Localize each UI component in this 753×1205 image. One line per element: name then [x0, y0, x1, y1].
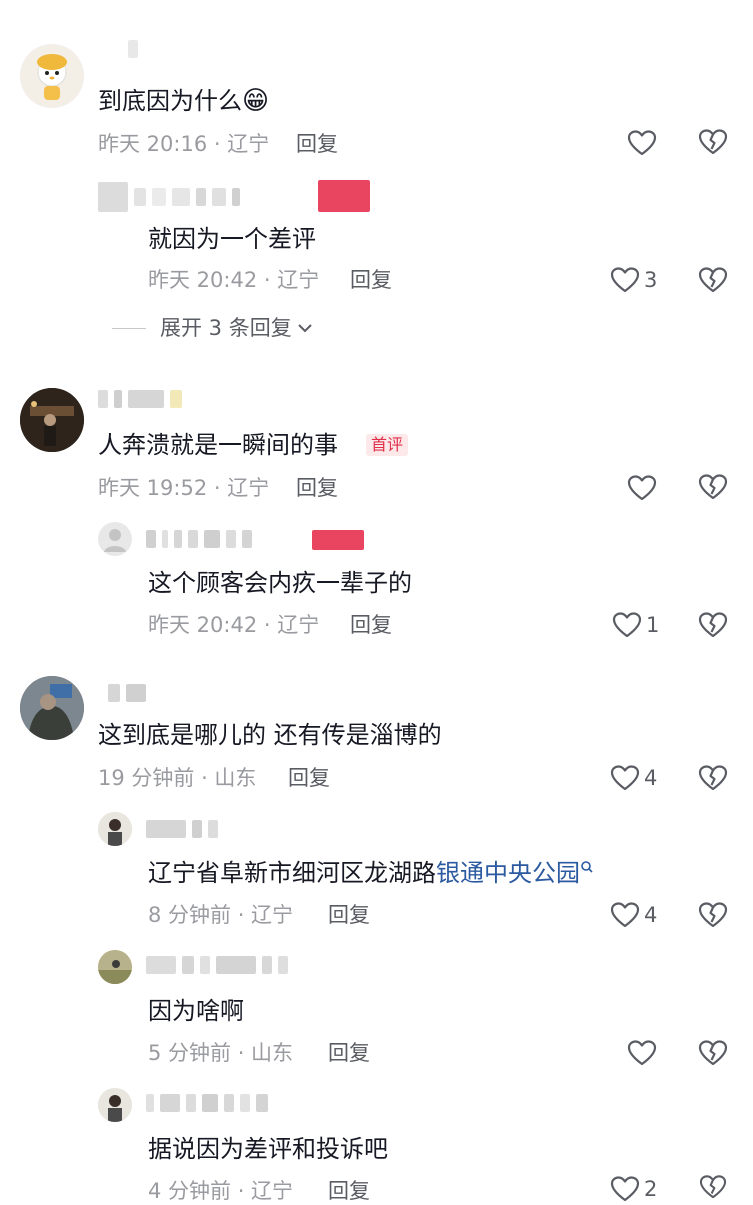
dislike-button[interactable] [698, 764, 728, 796]
dislike-button[interactable] [698, 1039, 728, 1071]
like-button[interactable] [627, 1038, 657, 1068]
comment-time-location: 昨天 20:16 · 辽宁 [98, 132, 270, 156]
avatar[interactable] [98, 522, 132, 556]
username-blurred[interactable] [98, 390, 188, 408]
heart-outline-icon [610, 267, 640, 293]
comment-text: 到底因为什么😁 [98, 86, 270, 116]
heart-outline-icon [627, 475, 657, 501]
reply-button[interactable]: 回复 [350, 266, 392, 294]
broken-heart-icon [698, 267, 728, 293]
reply-time-location: 昨天 20:42 · 辽宁 [148, 613, 320, 637]
reply-text: 这个顾客会内疚一辈子的 [148, 569, 412, 597]
avatar[interactable] [20, 44, 84, 108]
heart-outline-icon [610, 765, 640, 791]
broken-heart-icon [698, 129, 728, 155]
reply-button[interactable]: 回复 [328, 1177, 370, 1205]
comment-text: 这到底是哪儿的 还有传是淄博的 [98, 721, 442, 749]
dislike-button[interactable] [698, 901, 728, 933]
like-button[interactable]: 4 [610, 900, 657, 930]
reply-button[interactable]: 回复 [288, 764, 330, 792]
search-icon[interactable] [580, 860, 594, 874]
like-count: 1 [646, 613, 660, 637]
chevron-down-icon [298, 324, 312, 333]
reply-button[interactable]: 回复 [296, 130, 338, 158]
expand-replies-button[interactable]: 展开 3 条回复 [112, 314, 314, 342]
dislike-button[interactable] [698, 473, 728, 505]
author-badge [312, 530, 364, 550]
expand-replies-label: 展开 3 条回复 [160, 316, 292, 340]
username-blurred[interactable] [128, 40, 144, 58]
reply-text: 辽宁省阜新市细河区龙湖路银通中央公园 [148, 856, 594, 890]
author-badge [318, 180, 370, 212]
avatar[interactable] [98, 950, 132, 984]
reply-text: 就因为一个差评 [148, 225, 316, 253]
dislike-button[interactable] [698, 611, 728, 643]
reply-time-location: 8 分钟前 · 辽宁 [148, 903, 294, 927]
avatar[interactable] [98, 1088, 132, 1122]
like-button[interactable]: 3 [610, 265, 657, 295]
comment-time-location: 19 分钟前 · 山东 [98, 766, 257, 790]
broken-heart-icon [698, 474, 728, 500]
username-blurred[interactable] [146, 956, 294, 974]
reply-time-location: 昨天 20:42 · 辽宁 [148, 268, 320, 292]
like-button[interactable]: 4 [610, 763, 657, 793]
broken-heart-icon [698, 765, 728, 791]
divider [112, 327, 146, 329]
reply-time-location: 5 分钟前 · 山东 [148, 1041, 294, 1065]
reply-button[interactable]: 回复 [328, 1039, 370, 1067]
reply-button[interactable]: 回复 [328, 901, 370, 929]
heart-outline-icon [627, 1040, 657, 1066]
heart-outline-icon [610, 902, 640, 928]
username-blurred[interactable] [146, 530, 258, 548]
reply-button[interactable]: 回复 [296, 474, 338, 502]
broken-heart-icon [698, 902, 728, 928]
dislike-button[interactable] [698, 266, 728, 298]
like-count: 4 [644, 903, 658, 927]
reply-time-location: 4 分钟前 · 辽宁 [148, 1179, 294, 1203]
heart-outline-icon [612, 612, 642, 638]
like-count: 3 [644, 268, 658, 292]
broken-heart-icon [698, 1040, 728, 1066]
first-comment-tag: 首评 [366, 434, 409, 456]
username-blurred[interactable] [146, 1094, 274, 1112]
broken-heart-icon [698, 612, 728, 638]
broken-heart-icon [699, 1175, 727, 1199]
like-button[interactable]: 1 [612, 610, 659, 640]
like-button[interactable] [627, 128, 657, 158]
username-blurred[interactable] [108, 684, 152, 702]
heart-outline-icon [610, 1176, 640, 1202]
reply-text: 据说因为差评和投诉吧 [148, 1135, 388, 1163]
comment-time-location: 昨天 19:52 · 辽宁 [98, 476, 270, 500]
location-link[interactable]: 银通中央公园 [436, 859, 580, 887]
username-blurred[interactable] [98, 182, 246, 212]
avatar[interactable] [98, 812, 132, 846]
avatar[interactable] [20, 388, 84, 452]
dislike-button[interactable] [698, 128, 728, 160]
like-button[interactable] [627, 473, 657, 503]
grin-emoji-icon: 😁 [242, 86, 270, 116]
comment-text: 人奔溃就是一瞬间的事 [98, 431, 338, 459]
reply-button[interactable]: 回复 [350, 611, 392, 639]
heart-outline-icon [627, 130, 657, 156]
username-blurred[interactable] [146, 820, 224, 838]
reply-text: 因为啥啊 [148, 997, 244, 1025]
like-count: 4 [644, 766, 658, 790]
avatar[interactable] [20, 676, 84, 740]
